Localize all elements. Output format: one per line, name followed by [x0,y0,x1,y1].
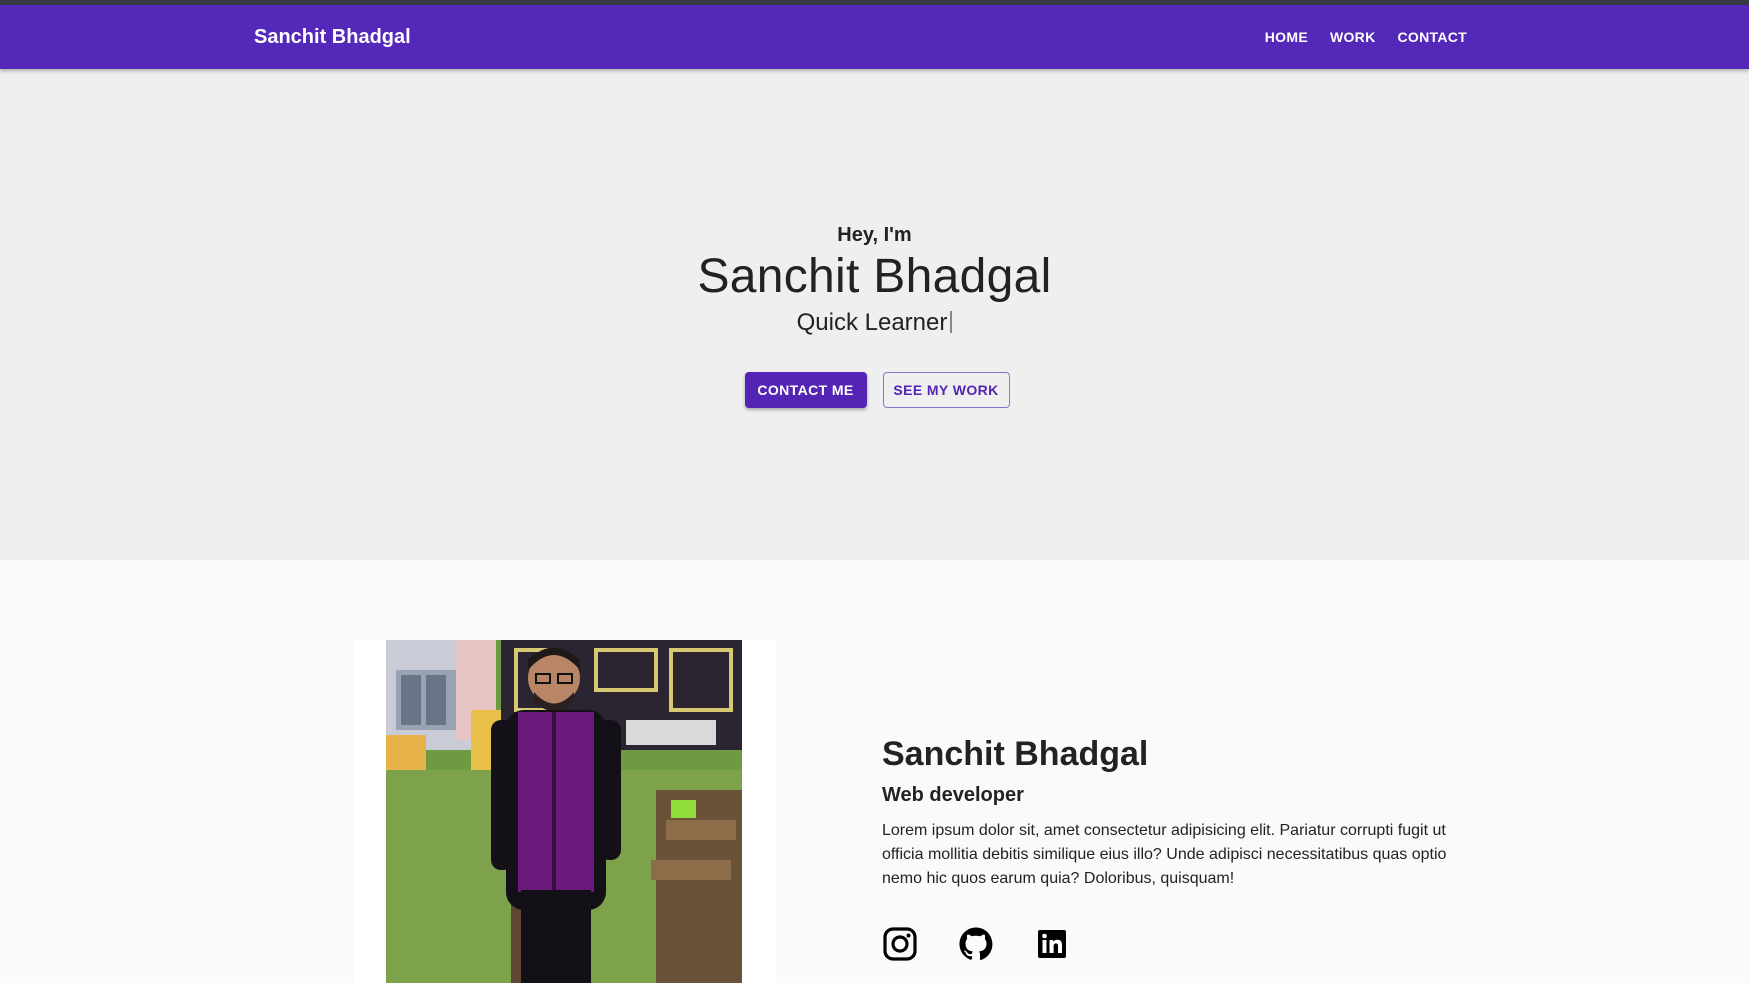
nav-link-work[interactable]: WORK [1319,23,1387,51]
see-my-work-button[interactable]: SEE MY WORK [882,372,1010,408]
social-links [882,926,1070,962]
hero-greeting: Hey, I'm [837,224,912,246]
nav-link-home[interactable]: HOME [1254,23,1319,51]
hero-tagline: Quick Learner [796,309,948,336]
brand-logo[interactable]: Sanchit Bhadgal [254,5,411,69]
hero-section: Hey, I'm Sanchit Bhadgal Quick Learner C… [0,69,1749,560]
nav-link-contact[interactable]: CONTACT [1387,23,1479,51]
about-role: Web developer [882,784,1024,806]
hero-name: Sanchit Bhadgal [697,250,1052,303]
profile-photo [386,640,742,983]
instagram-icon[interactable] [882,926,918,962]
typing-cursor [950,311,953,333]
hero-tagline-wrapper: Quick Learner [0,309,1749,337]
github-icon[interactable] [958,926,994,962]
navbar: Sanchit Bhadgal HOME WORK CONTACT [0,5,1749,69]
profile-photo-card [353,640,776,983]
about-name: Sanchit Bhadgal [882,735,1149,773]
contact-me-button[interactable]: CONTACT ME [744,372,867,408]
about-description: Lorem ipsum dolor sit, amet consectetur … [882,822,1447,887]
nav-links: HOME WORK CONTACT [1254,5,1478,69]
hero-buttons: CONTACT ME SEE MY WORK [0,372,1749,408]
linkedin-icon[interactable] [1034,926,1070,962]
about-section: Sanchit Bhadgal Web developer Lorem ipsu… [0,560,1749,983]
about-text: Sanchit Bhadgal Web developer Lorem ipsu… [882,735,1482,891]
